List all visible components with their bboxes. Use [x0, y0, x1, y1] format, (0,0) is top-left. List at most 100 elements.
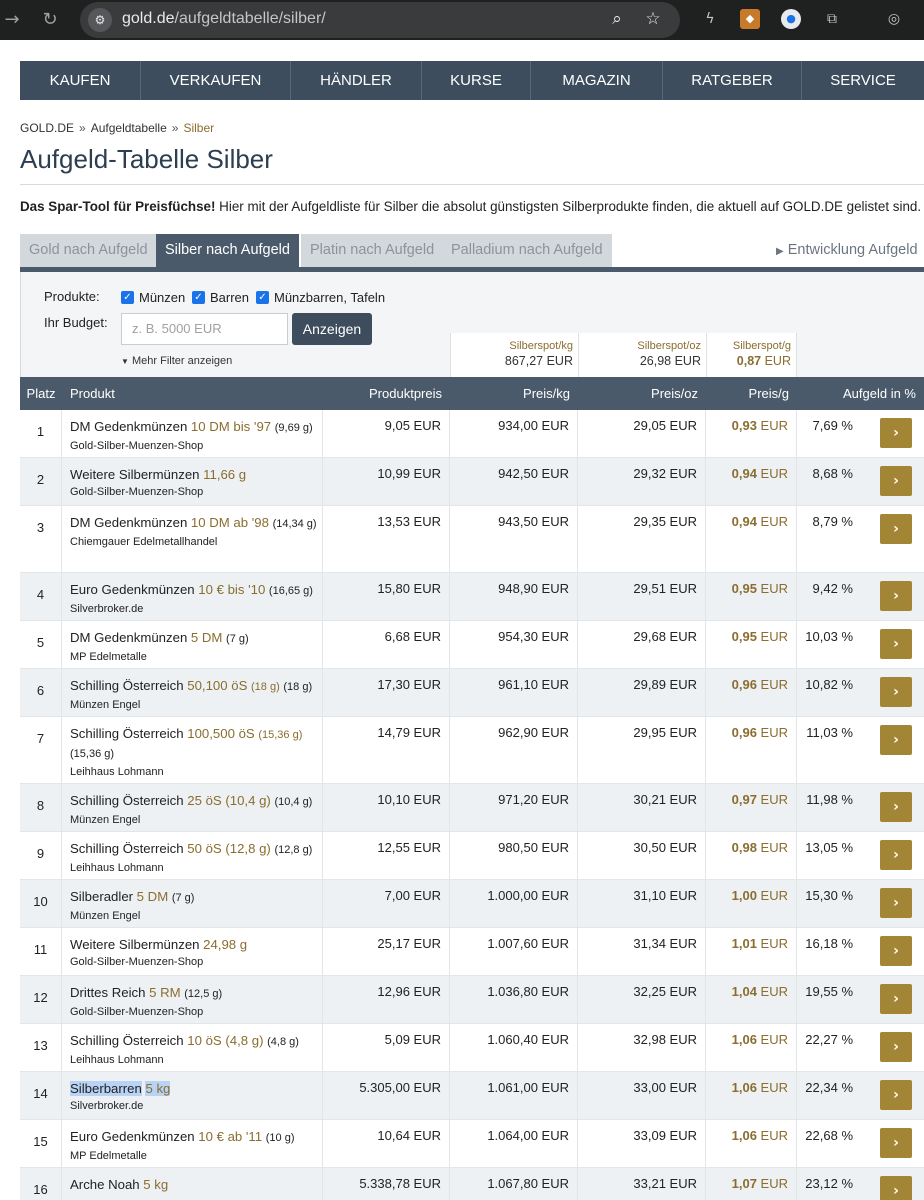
product-cell: DM Gedenkmünzen 5 DM (7 g) MP Edelmetalle: [62, 621, 323, 668]
th-product: Produkt: [70, 386, 115, 401]
product-name-link[interactable]: Schilling Österreich: [70, 678, 184, 693]
nav-haendler[interactable]: HÄNDLER: [291, 61, 422, 100]
price-per-kg-cell: 971,20 EUR: [450, 784, 578, 831]
chevron-right-icon[interactable]: ›: [880, 514, 912, 544]
product-name-link[interactable]: Drittes Reich: [70, 985, 145, 1000]
breadcrumb-aufgeldtabelle[interactable]: Aufgeldtabelle: [91, 121, 167, 135]
table-row: 14 Silberbarren 5 kg Silverbroker.de 5.305,…: [20, 1072, 924, 1120]
product-name-link[interactable]: DM Gedenkmünzen: [70, 419, 187, 434]
product-name-link[interactable]: Schilling Österreich: [70, 793, 184, 808]
chevron-right-icon[interactable]: ›: [880, 1128, 912, 1158]
checkbox-muenzen[interactable]: ✓: [121, 291, 134, 304]
product-size-link[interactable]: 24,98 g: [203, 937, 247, 952]
product-size-link[interactable]: 10 DM ab '98: [191, 515, 269, 530]
chevron-right-icon[interactable]: ›: [880, 984, 912, 1014]
product-name-link[interactable]: Weitere Silbermünzen: [70, 937, 200, 952]
chevron-right-icon[interactable]: ›: [880, 840, 912, 870]
extension-camel-icon[interactable]: ◆: [740, 9, 760, 29]
chevron-right-icon[interactable]: ›: [880, 888, 912, 918]
performance-icon[interactable]: ◎: [884, 9, 904, 29]
nav-magazin[interactable]: MAGAZIN: [531, 61, 663, 100]
tab-silber[interactable]: Silber nach Aufgeld: [156, 234, 299, 267]
extension-profile-icon[interactable]: ●: [781, 9, 801, 29]
premium-cell: 8,68 %: [812, 466, 853, 481]
bookmark-star-icon[interactable]: ☆: [642, 9, 664, 29]
chevron-right-icon[interactable]: ›: [880, 792, 912, 822]
product-name-link[interactable]: DM Gedenkmünzen: [70, 515, 187, 530]
chevron-right-icon[interactable]: ›: [880, 1176, 912, 1200]
product-size-link[interactable]: 5 RM: [149, 985, 181, 1000]
product-size-link[interactable]: 100,500 öS: [187, 726, 254, 741]
chevron-right-icon[interactable]: ›: [880, 629, 912, 659]
nav-kaufen[interactable]: KAUFEN: [20, 61, 141, 100]
nav-service[interactable]: SERVICE: [802, 61, 924, 100]
zoom-icon[interactable]: ⌕: [606, 9, 628, 29]
show-button[interactable]: Anzeigen: [292, 313, 372, 345]
chevron-right-icon[interactable]: ›: [880, 936, 912, 966]
product-weight: (15,36 g): [70, 748, 115, 760]
tab-palladium[interactable]: Palladium nach Aufgeld: [442, 234, 612, 267]
price-per-kg-cell: 954,30 EUR: [450, 621, 578, 668]
product-size-link[interactable]: 11,66 g: [203, 467, 246, 482]
puzzle-icon[interactable]: ⧉: [822, 9, 842, 29]
product-name-link[interactable]: Weitere Silbermünzen: [70, 467, 200, 482]
product-name-link[interactable]: Euro Gedenkmünzen: [70, 1129, 195, 1144]
product-size-link[interactable]: 10 öS (4,8 g): [187, 1033, 263, 1048]
chevron-right-icon[interactable]: ›: [880, 1080, 912, 1110]
price-per-kg-cell: 943,50 EUR: [450, 506, 578, 572]
product-name-link[interactable]: Silberadler: [70, 889, 133, 904]
product-name-link[interactable]: Euro Gedenkmünzen: [70, 582, 195, 597]
product-name-link[interactable]: Schilling Österreich: [70, 726, 184, 741]
price-per-oz-cell: 29,32 EUR: [578, 458, 706, 505]
product-name-link[interactable]: Schilling Österreich: [70, 841, 184, 856]
product-name-link[interactable]: Arche Noah: [70, 1177, 140, 1192]
rank-cell: 16: [20, 1168, 62, 1200]
rank-cell: 1: [20, 410, 62, 457]
product-size-link[interactable]: 10 DM bis '97: [191, 419, 271, 434]
price-per-kg-cell: 962,90 EUR: [450, 717, 578, 783]
chevron-right-icon[interactable]: ›: [880, 466, 912, 496]
nav-ratgeber[interactable]: RATGEBER: [663, 61, 802, 100]
extension-bolt-icon[interactable]: ϟ: [700, 9, 720, 29]
product-size-link[interactable]: 5 DM: [191, 630, 223, 645]
rank-cell: 2: [20, 458, 62, 505]
table-row: 6 Schilling Österreich 50,100 öS (18 g) (…: [20, 669, 924, 717]
product-name-link[interactable]: DM Gedenkmünzen: [70, 630, 187, 645]
chevron-right-icon[interactable]: ›: [880, 677, 912, 707]
reload-icon[interactable]: ↻: [38, 8, 62, 32]
more-filter-toggle[interactable]: ▼ Mehr Filter anzeigen: [121, 355, 232, 367]
tab-gold[interactable]: Gold nach Aufgeld: [20, 234, 157, 267]
product-size-link[interactable]: 50 öS (12,8 g): [187, 841, 271, 856]
price-per-oz-cell: 31,10 EUR: [578, 880, 706, 927]
url-text[interactable]: gold.de/aufgeldtabelle/silber/: [122, 10, 326, 28]
product-size-link[interactable]: 50,100 öS: [187, 678, 247, 693]
entwicklung-aufgeld-link[interactable]: ▶ Entwicklung Aufgeld: [776, 242, 918, 258]
checkbox-muenzbarren[interactable]: ✓: [256, 291, 269, 304]
site-settings-icon[interactable]: ⚙: [88, 8, 112, 32]
nav-kurse[interactable]: KURSE: [422, 61, 531, 100]
product-size-link[interactable]: 5 DM: [137, 889, 169, 904]
address-bar[interactable]: ⚙ gold.de/aufgeldtabelle/silber/ ⌕ ☆: [80, 2, 680, 38]
price-per-oz-cell: 31,34 EUR: [578, 928, 706, 975]
chevron-right-icon[interactable]: ›: [880, 1032, 912, 1062]
product-size-link[interactable]: 10 € bis '10: [198, 582, 265, 597]
budget-input[interactable]: z. B. 5000 EUR: [121, 313, 288, 345]
tab-platin[interactable]: Platin nach Aufgeld: [301, 234, 444, 267]
th-kg: Preis/kg: [523, 386, 570, 401]
product-name-link[interactable]: Schilling Österreich: [70, 1033, 184, 1048]
premium-cell: 16,18 %: [805, 936, 853, 951]
checkbox-barren[interactable]: ✓: [192, 291, 205, 304]
chevron-right-icon[interactable]: ›: [880, 418, 912, 448]
product-size-link[interactable]: 25 öS (10,4 g): [187, 793, 271, 808]
price-per-oz-cell: 29,68 EUR: [578, 621, 706, 668]
product-size-link[interactable]: 10 € ab '11: [198, 1129, 262, 1144]
chevron-right-icon[interactable]: ›: [880, 581, 912, 611]
nav-verkaufen[interactable]: VERKAUFEN: [141, 61, 291, 100]
product-size-link[interactable]: 5 kg: [143, 1177, 168, 1192]
product-name-link[interactable]: Silberbarren: [70, 1081, 142, 1096]
title-divider: [20, 184, 924, 185]
chevron-right-icon[interactable]: ›: [880, 725, 912, 755]
forward-icon[interactable]: →: [0, 8, 24, 32]
breadcrumb-home[interactable]: GOLD.DE: [20, 121, 74, 135]
product-size-link[interactable]: 5 kg: [145, 1081, 171, 1096]
